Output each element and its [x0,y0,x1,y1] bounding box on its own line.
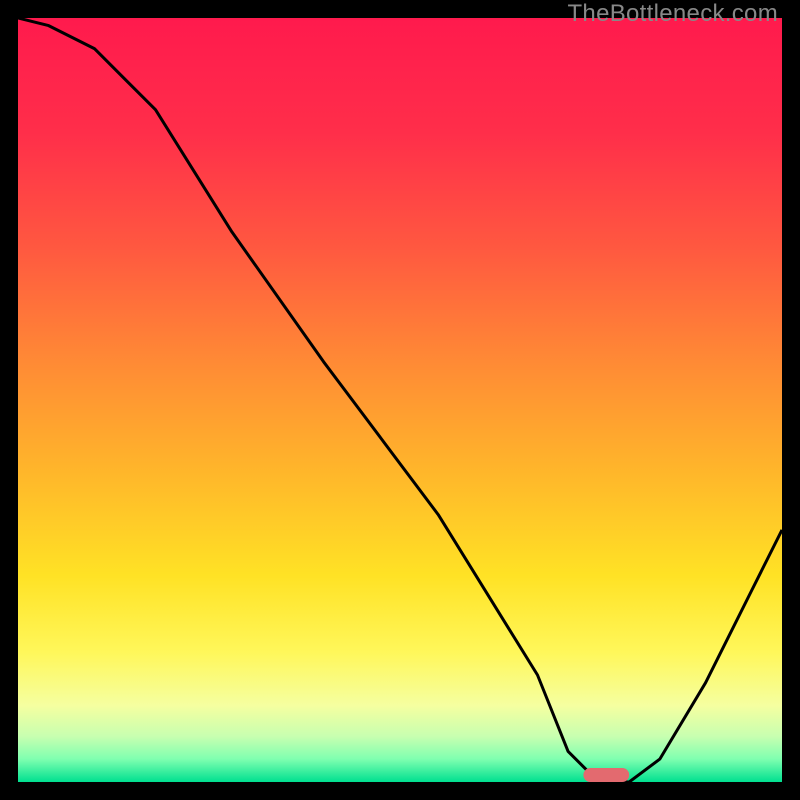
chart-frame [18,18,782,782]
watermark-text: TheBottleneck.com [567,0,778,28]
chart-background [18,18,782,782]
optimum-marker [583,768,629,782]
chart-canvas [18,18,782,782]
